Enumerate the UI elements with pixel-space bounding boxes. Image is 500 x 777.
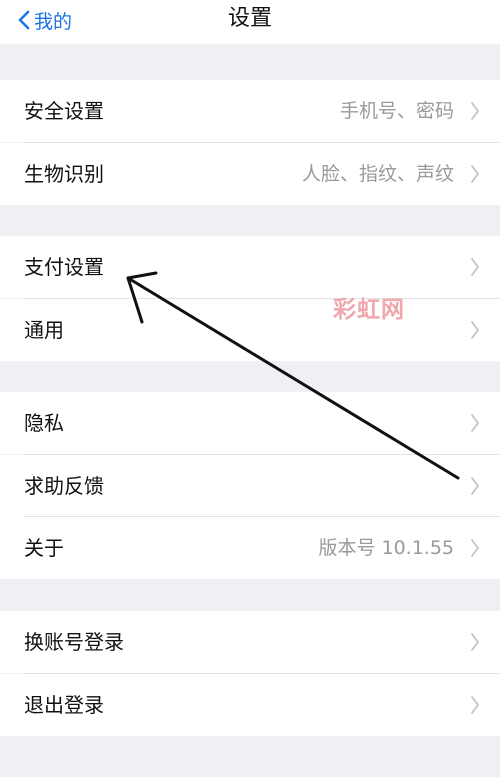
settings-row-about[interactable]: 关于 版本号 10.1.55: [0, 517, 500, 579]
chevron-right-icon: [471, 633, 479, 651]
settings-row-payment[interactable]: 支付设置: [0, 236, 500, 298]
row-value: 人脸、指纹、声纹: [301, 163, 454, 185]
chevron-right-icon: [471, 258, 479, 276]
settings-row-biometrics[interactable]: 生物识别 人脸、指纹、声纹: [0, 143, 500, 205]
row-label: 换账号登录: [24, 630, 124, 654]
settings-row-logout[interactable]: 退出登录: [0, 674, 500, 736]
row-label: 生物识别: [24, 162, 104, 186]
row-value: 版本号 10.1.55: [318, 537, 454, 559]
chevron-right-icon: [471, 165, 479, 183]
settings-row-switch-account[interactable]: 换账号登录: [0, 611, 500, 673]
row-value: 手机号、密码: [339, 100, 454, 122]
settings-row-general[interactable]: 通用: [0, 299, 500, 361]
chevron-right-icon: [471, 102, 479, 120]
settings-row-security[interactable]: 安全设置 手机号、密码: [0, 80, 500, 142]
chevron-right-icon: [471, 696, 479, 714]
settings-row-privacy[interactable]: 隐私: [0, 392, 500, 454]
page-title: 设置: [227, 6, 272, 31]
row-label: 支付设置: [24, 255, 104, 279]
chevron-right-icon: [471, 321, 479, 339]
chevron-right-icon: [471, 539, 479, 557]
row-label: 退出登录: [24, 693, 104, 717]
navigation-bar: 我的 设置: [0, 0, 500, 44]
row-label: 求助反馈: [24, 474, 104, 498]
chevron-right-icon: [471, 477, 479, 495]
chevron-right-icon: [471, 414, 479, 432]
settings-row-feedback[interactable]: 求助反馈: [0, 455, 500, 517]
row-label: 隐私: [24, 411, 64, 435]
row-label: 通用: [24, 318, 64, 342]
watermark: 彩虹网: [333, 297, 405, 323]
row-label: 关于: [24, 536, 64, 560]
row-label: 安全设置: [24, 99, 104, 123]
